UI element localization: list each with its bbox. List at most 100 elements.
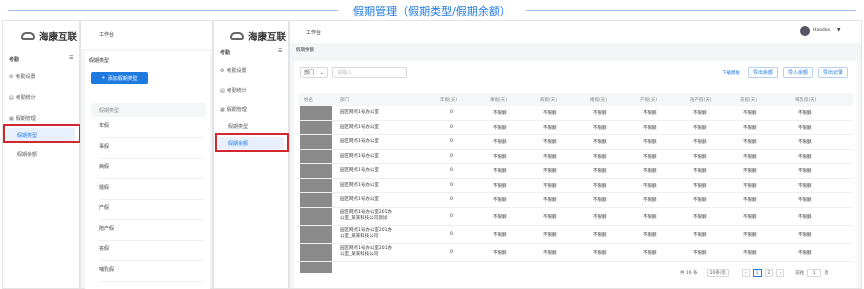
page-title: 假期类型 [89, 58, 110, 64]
column-header: 婚假(天) [590, 98, 608, 103]
leave-balance-cell: 不限额 [493, 183, 507, 189]
annual-leave-cell: 0 [450, 168, 453, 174]
table-row: 园区网点1号办公室 0 不限额 不限额 不限额 不限额 不限额 不限额 不限额 [298, 106, 853, 121]
list-header: 假期类型 [91, 103, 206, 117]
leave-balance-cell: 不限额 [493, 140, 507, 146]
annual-leave-cell: 0 [450, 139, 453, 145]
leave-balance-cell: 不限额 [693, 198, 707, 204]
dept-select[interactable]: 部门 ⌄ [300, 67, 328, 78]
search-input[interactable]: 请输入 [332, 67, 407, 78]
next-page-button[interactable]: › [776, 269, 785, 277]
leave-type-item[interactable]: 丧假 [99, 245, 204, 261]
nav-leave[interactable]: ▦ 假期管理 [220, 106, 247, 114]
leave-type-item[interactable]: 产假 [99, 204, 204, 220]
leave-balance-cell: 不限额 [593, 198, 607, 204]
annual-leave-cell: 0 [450, 231, 453, 237]
dept-cell: 园区网点1号办公室 [340, 110, 379, 115]
annual-leave-cell: 0 [450, 124, 453, 130]
leave-balance-cell: 不限额 [493, 232, 507, 238]
leave-balance-cell: 不限额 [743, 154, 757, 160]
workbench-tab[interactable]: 工作台 [306, 29, 321, 36]
table-row: 园区网点1号办公室201办 公室_某某科技公司 0 不限额 不限额 不限额 不限额 不限额 不限… [298, 244, 853, 262]
dept-cell: 园区网点1号办公室 [340, 139, 379, 144]
logo: 海康互联 [21, 29, 77, 43]
leave-balance-cell: 不限额 [593, 250, 607, 256]
dept-cell: 园区网点1号办公室 [340, 182, 379, 188]
leave-balance-cell: 不限额 [543, 154, 557, 160]
sub-leave-type[interactable]: 假期类型 [228, 123, 248, 130]
chevron-down-icon[interactable]: ▼ [837, 28, 840, 33]
leave-balance-cell: 不限额 [798, 198, 812, 204]
leave-balance-cell: 不限额 [493, 111, 507, 117]
export-balance-button[interactable]: 导出余额 [748, 67, 778, 78]
leave-balance-cell: 不限额 [643, 198, 657, 204]
avatar[interactable] [800, 26, 810, 36]
leave-balance-cell: 不限额 [643, 169, 657, 175]
workbench-tab[interactable]: 工作台 [99, 31, 114, 38]
pagination: 共 16 条 10条/页 ‹ 1 2 › 前往 1 页 [680, 269, 829, 277]
leave-balance-cell: 不限额 [693, 183, 707, 189]
nav-leave[interactable]: ▦ 假期管理 [9, 115, 36, 123]
chevron-down-icon: ⌄ [319, 69, 324, 76]
leave-type-item[interactable]: 哺乳假 [99, 266, 204, 282]
export-record-button[interactable]: 导出记录 [818, 67, 848, 78]
leave-balance-cell: 不限额 [543, 198, 557, 204]
leave-balance-cell: 不限额 [493, 250, 507, 256]
import-balance-button[interactable]: 导入余额 [783, 67, 813, 78]
page-1-button[interactable]: 1 [752, 269, 762, 277]
dept-cell: 园区网点1号办公室 [340, 197, 379, 202]
annual-leave-cell: 0 [450, 153, 453, 159]
leave-balance-cell: 不限额 [643, 140, 657, 146]
annual-leave-cell: 0 [450, 213, 453, 219]
leave-type-item[interactable]: 陪产假 [99, 225, 204, 241]
leave-balance-cell: 不限额 [643, 111, 657, 117]
leave-type-item[interactable]: 年假 [99, 122, 204, 138]
goto-page-input[interactable]: 1 [807, 269, 822, 277]
table-row: 园区网点1号办公室 0 不限额 不限额 不限额 不限额 不限额 不限额 不限额 [298, 135, 853, 150]
leave-type-item[interactable]: 婚假 [99, 184, 204, 200]
leave-balance-cell: 不限额 [798, 111, 812, 117]
leave-balance-cell: 不限额 [743, 169, 757, 175]
menu-icon[interactable]: ☰ [69, 55, 73, 61]
leave-balance-cell: 不限额 [593, 214, 607, 220]
banner: 假期管理（假期类型/假期余额） [0, 0, 864, 22]
leave-balance-cell: 不限额 [593, 232, 607, 238]
page-size-select[interactable]: 10条/页 [706, 269, 729, 277]
nav-settings[interactable]: ⚙ 考勤设置 [9, 73, 36, 81]
leave-balance-cell: 不限额 [543, 169, 557, 175]
page-title: 假期余额 [296, 48, 314, 53]
prev-page-button[interactable]: ‹ [741, 269, 750, 277]
leave-balance-cell: 不限额 [643, 154, 657, 160]
leave-balance-cell: 不限额 [693, 140, 707, 146]
leave-balance-cell: 不限额 [543, 125, 557, 131]
leave-balance-cell: 不限额 [798, 250, 812, 256]
leave-type-item[interactable]: 事假 [99, 143, 204, 159]
page-2-button[interactable]: 2 [764, 269, 774, 277]
leave-balance-cell: 不限额 [593, 183, 607, 189]
column-header: 年假(天) [440, 98, 458, 103]
leave-type-item[interactable]: 病假 [99, 163, 204, 179]
leave-balance-cell: 不限额 [693, 250, 707, 256]
nav-stats[interactable]: ▤ 考勤统计 [9, 94, 36, 102]
dept-cell: 园区网点1号办公室 [340, 153, 379, 159]
leave-balance-cell: 不限额 [743, 111, 757, 117]
nav-stats[interactable]: ▤ 考勤统计 [220, 87, 247, 95]
menu-icon[interactable]: ☰ [278, 48, 282, 54]
nav-settings[interactable]: ⚙ 考勤设置 [220, 67, 247, 75]
leave-balance-cell: 不限额 [798, 232, 812, 238]
highlight-box-2 [215, 133, 289, 152]
leave-balance-cell: 不限额 [643, 250, 657, 256]
leave-balance-cell: 不限额 [743, 214, 757, 220]
leave-balance-cell: 不限额 [743, 183, 757, 189]
annual-leave-cell: 0 [450, 110, 453, 116]
content-1: 工作台 假期类型 + 添加假期类型 假期类型 年假事假病假婚假产假陪产假丧假哺乳假 [80, 20, 213, 289]
sub-leave-balance[interactable]: 假期余额 [17, 151, 37, 158]
user-name[interactable]: Haodon [813, 28, 830, 33]
annual-leave-cell: 0 [450, 182, 453, 188]
leave-balance-cell: 不限额 [798, 154, 812, 160]
leave-balance-cell: 不限额 [743, 198, 757, 204]
leave-balance-cell: 不限额 [693, 111, 707, 117]
cloud-icon [230, 32, 244, 40]
download-template-link[interactable]: 下载模板 [722, 70, 740, 76]
add-leave-type-button[interactable]: + 添加假期类型 [91, 72, 148, 84]
